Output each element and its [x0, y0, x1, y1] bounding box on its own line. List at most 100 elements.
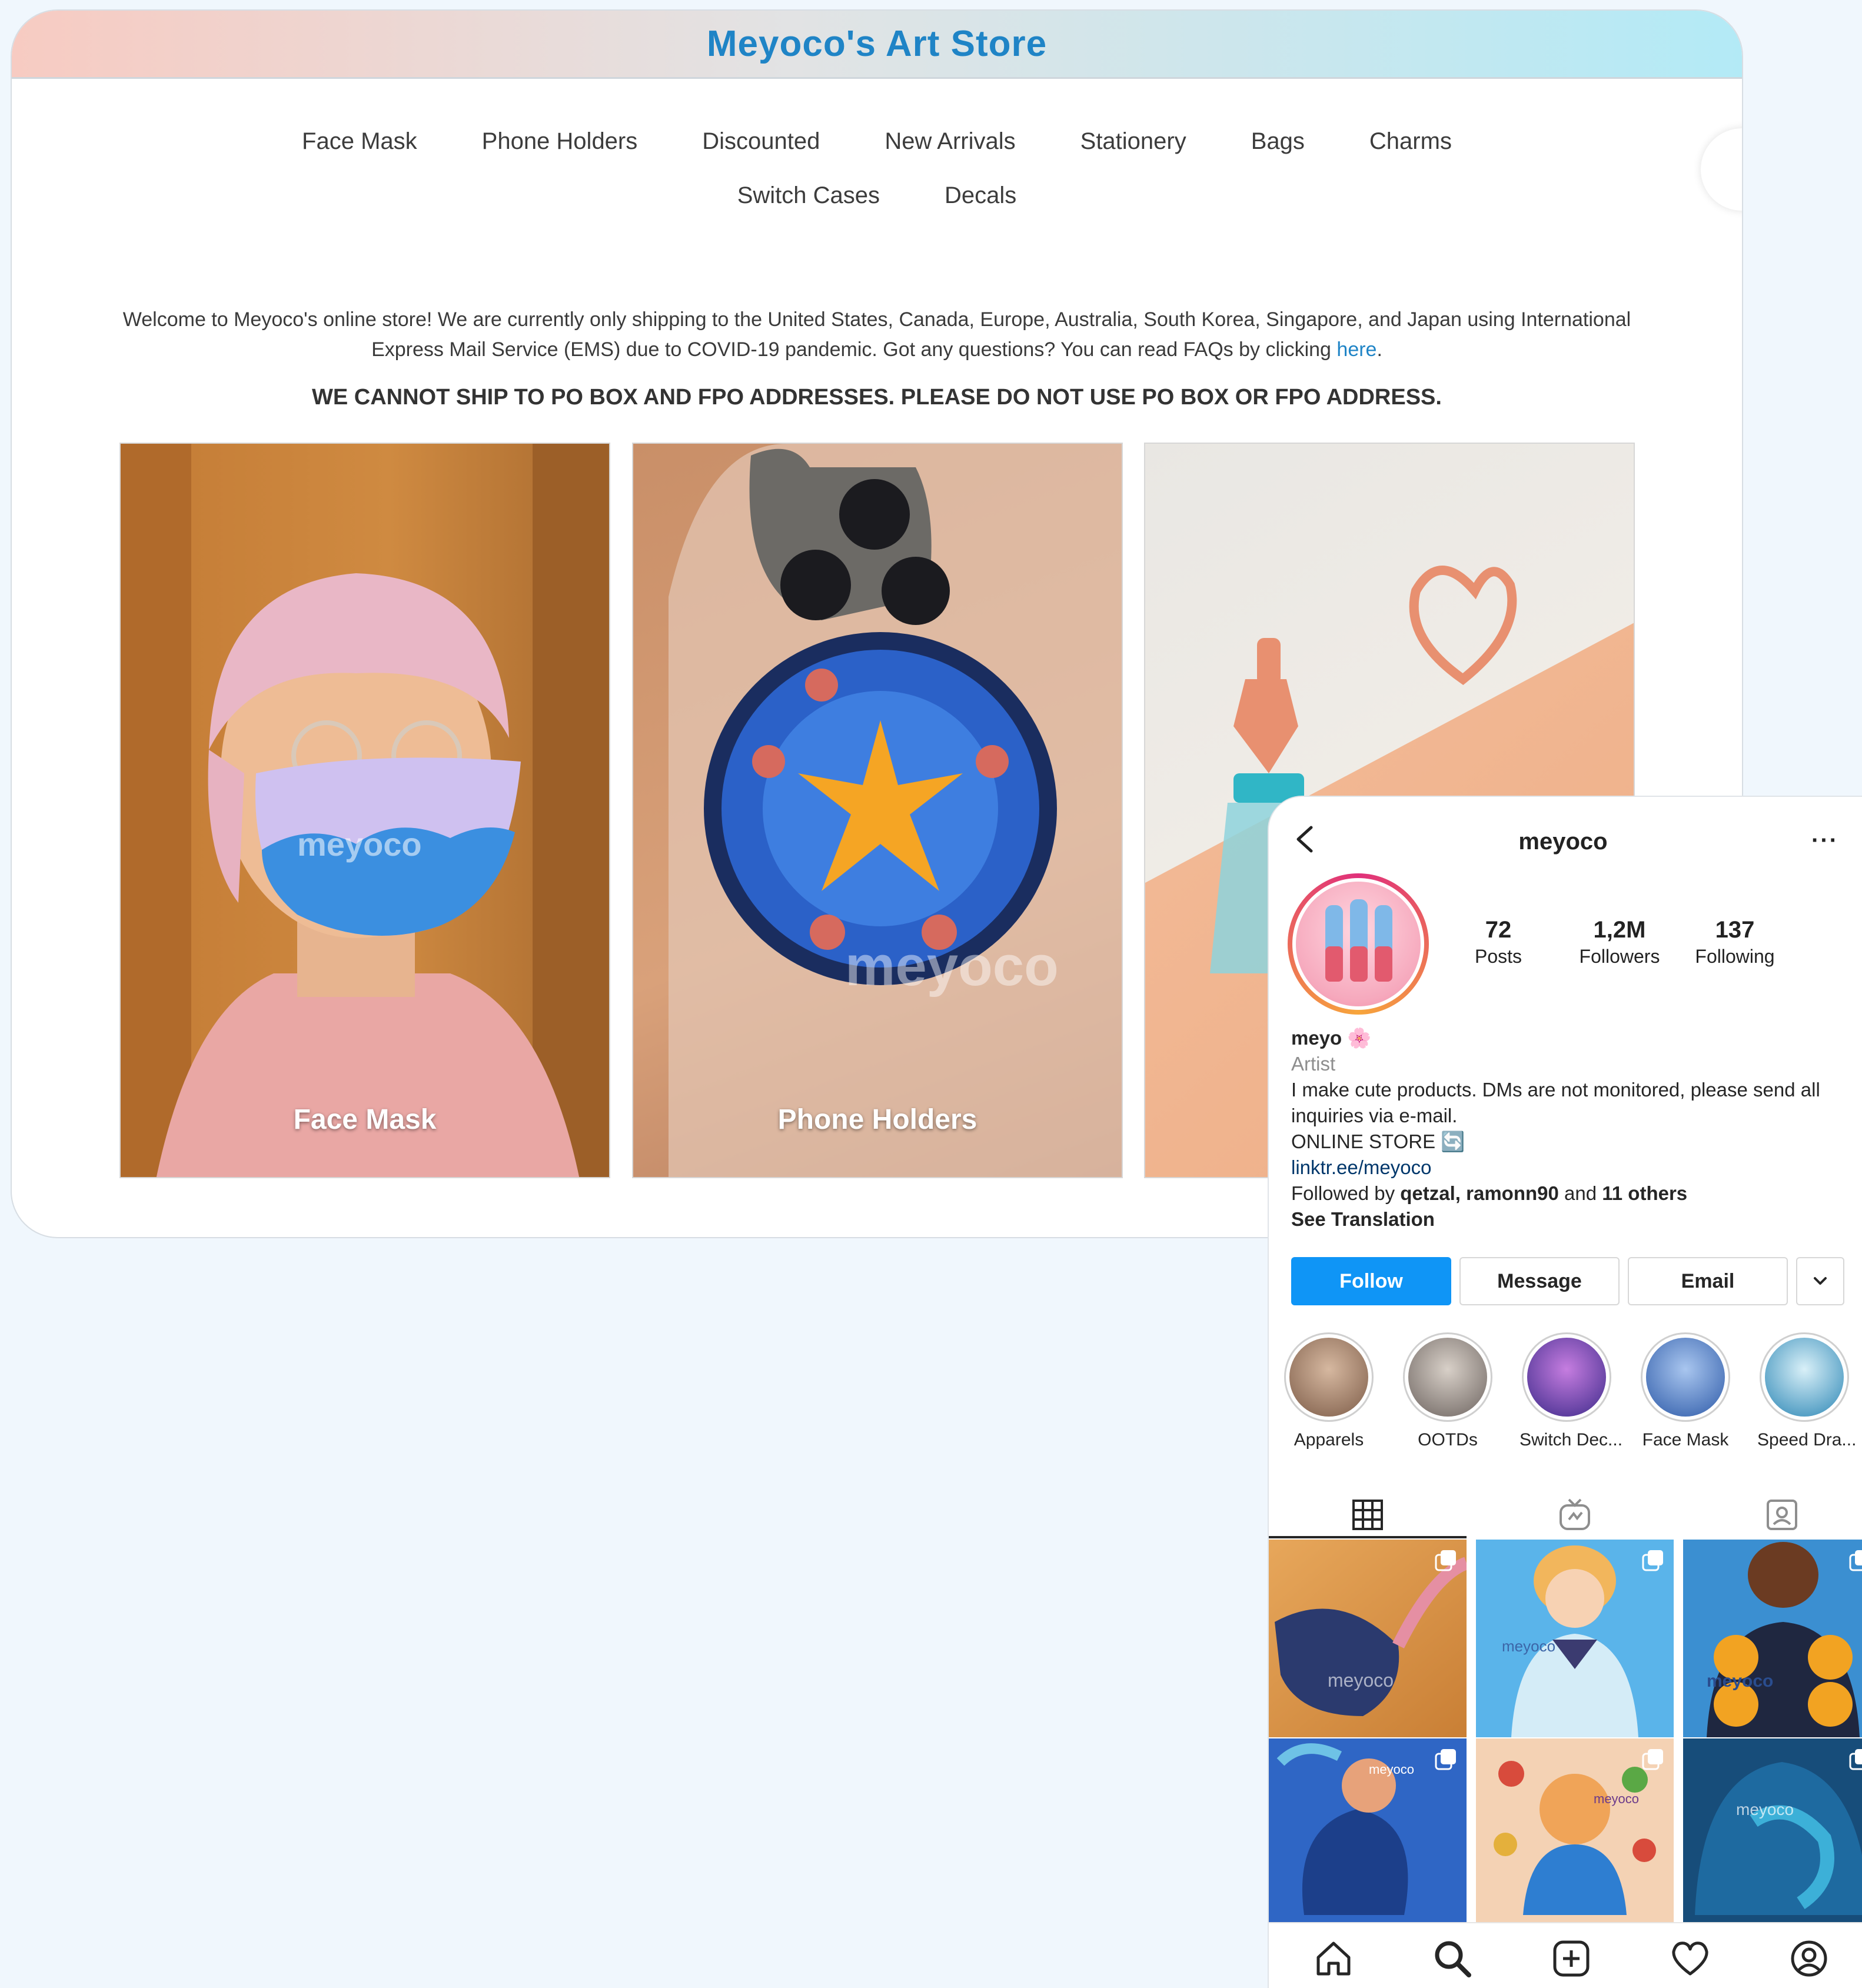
post-tile[interactable]: meyoco [1683, 1540, 1862, 1737]
nav-item-charms[interactable]: Charms [1369, 128, 1452, 155]
grid-icon[interactable] [1350, 1497, 1385, 1532]
post-tile[interactable]: meyoco [1269, 1540, 1467, 1737]
nav-item-decals[interactable]: Decals [945, 182, 1016, 209]
welcome-text: Welcome to Meyoco's online store! We are… [122, 308, 1631, 361]
highlight-label: Face Mask [1642, 1430, 1729, 1450]
profile-username: meyoco [1518, 829, 1608, 855]
story-highlight-switch-decals[interactable]: Switch Dec... [1519, 1332, 1623, 1450]
story-highlight-speed-draw[interactable]: Speed Dra... [1757, 1332, 1857, 1450]
profile-link[interactable]: linktr.ee/meyoco [1291, 1155, 1850, 1181]
bottom-navigation [1269, 1922, 1862, 1988]
search-icon[interactable] [1432, 1939, 1472, 1979]
stat-followers[interactable]: 1,2M Followers [1567, 917, 1673, 968]
stat-label: Following [1695, 946, 1775, 967]
profile-icon[interactable] [1789, 1939, 1829, 1979]
profile-category: Artist [1291, 1053, 1336, 1075]
instagram-profile-panel: meyoco ··· 72 Posts 1,2M Followers 137 F… [1269, 797, 1862, 1988]
highlight-cover [1408, 1338, 1487, 1417]
followed-by[interactable]: Followed by qetzal, ramonn90 and 11 othe… [1291, 1181, 1850, 1206]
followed-others: 11 others [1602, 1182, 1688, 1204]
post-watermark: meyoco [1707, 1671, 1773, 1691]
follow-button[interactable]: Follow [1291, 1257, 1451, 1305]
heart-icon[interactable] [1670, 1939, 1710, 1979]
chevron-down-icon [1814, 1277, 1827, 1285]
post-watermark: meyoco [1328, 1670, 1394, 1691]
profile-display-name: meyo 🌸 [1291, 1027, 1372, 1049]
new-post-icon[interactable] [1551, 1939, 1591, 1979]
highlight-cover [1646, 1338, 1725, 1417]
stat-value: 1,2M [1593, 917, 1646, 943]
followed-and: and [1558, 1182, 1602, 1204]
face-mask-photo: meyoco [121, 444, 609, 1177]
highlight-label: Apparels [1294, 1430, 1364, 1450]
category-card-face-mask[interactable]: meyoco Face Mask [119, 443, 610, 1178]
watermark-text: meyoco [845, 935, 1059, 998]
nav-item-face-mask[interactable]: Face Mask [302, 128, 417, 155]
store-nav-secondary: Switch Cases Decals [12, 182, 1742, 209]
post-tile[interactable]: meyoco [1476, 1540, 1674, 1737]
bio-store-line: ONLINE STORE 🔄 [1291, 1131, 1465, 1152]
profile-bio: meyo 🌸 Artist I make cute products. DMs … [1291, 1025, 1850, 1232]
watermark-text: meyoco [297, 826, 422, 863]
see-translation-link[interactable]: See Translation [1291, 1206, 1850, 1232]
suggested-dropdown-button[interactable] [1796, 1257, 1844, 1305]
story-highlight-apparels[interactable]: Apparels [1282, 1332, 1376, 1450]
active-tab-indicator [1269, 1536, 1467, 1538]
highlight-label: Speed Dra... [1757, 1430, 1857, 1450]
home-icon[interactable] [1314, 1939, 1354, 1979]
stat-label: Posts [1474, 946, 1522, 967]
store-header: Meyoco's Art Store [12, 11, 1742, 79]
profile-avatar[interactable] [1288, 873, 1429, 1015]
welcome-end: . [1376, 338, 1382, 361]
multiple-photos-icon [1435, 1749, 1456, 1770]
nav-item-new-arrivals[interactable]: New Arrivals [885, 128, 1015, 155]
tagged-icon[interactable] [1764, 1497, 1800, 1532]
stat-posts[interactable]: 72 Posts [1463, 917, 1534, 968]
followed-names: qetzal, ramonn90 [1400, 1182, 1559, 1204]
store-nav-primary: Face Mask Phone Holders Discounted New A… [12, 128, 1742, 155]
welcome-message: Welcome to Meyoco's online store! We are… [94, 305, 1660, 365]
post-tile[interactable]: meyoco [1683, 1738, 1862, 1936]
store-title[interactable]: Meyoco's Art Store [707, 23, 1047, 65]
nav-item-bags[interactable]: Bags [1251, 128, 1305, 155]
category-card-label: Face Mask [293, 1104, 437, 1135]
post-sunflower-shirt-image: meyoco [1707, 1542, 1860, 1737]
multiple-photos-icon [1435, 1550, 1456, 1571]
post-watermark: meyoco [1369, 1762, 1414, 1777]
profile-header-bar: meyoco ··· [1269, 797, 1857, 867]
igtv-icon[interactable] [1557, 1497, 1592, 1532]
faq-link[interactable]: here [1336, 338, 1376, 361]
nav-item-discounted[interactable]: Discounted [702, 128, 820, 155]
highlight-label: Switch Dec... [1519, 1430, 1623, 1450]
ramune-bottles-icon [1325, 899, 1392, 982]
highlight-cover [1765, 1338, 1844, 1417]
nav-item-phone-holders[interactable]: Phone Holders [482, 128, 638, 155]
category-card-label: Phone Holders [777, 1104, 977, 1135]
story-highlight-face-mask[interactable]: Face Mask [1638, 1332, 1733, 1450]
stat-label: Followers [1579, 946, 1660, 967]
multiple-photos-icon [1849, 1749, 1862, 1770]
multiple-photos-icon [1849, 1550, 1862, 1571]
multiple-photos-icon [1642, 1550, 1663, 1571]
phone-holder-photo: meyoco [669, 444, 1122, 1177]
post-wave-shirt-image: meyoco [1695, 1762, 1862, 1915]
more-options-icon[interactable]: ··· [1811, 827, 1838, 854]
post-tile[interactable]: meyoco [1269, 1738, 1467, 1936]
profile-tabs [1269, 1480, 1862, 1538]
nav-item-switch-cases[interactable]: Switch Cases [737, 182, 880, 209]
post-watermark: meyoco [1594, 1791, 1639, 1806]
post-tile[interactable]: meyoco [1476, 1738, 1674, 1936]
story-highlight-ootds[interactable]: OOTDs [1401, 1332, 1495, 1450]
category-card-phone-holders[interactable]: meyoco Phone Holders [632, 443, 1123, 1178]
highlight-label: OOTDs [1418, 1430, 1478, 1450]
post-watermark: meyoco [1502, 1637, 1555, 1655]
message-button[interactable]: Message [1459, 1257, 1620, 1305]
highlight-cover [1289, 1338, 1368, 1417]
shipping-warning: WE CANNOT SHIP TO PO BOX AND FPO ADDRESS… [312, 385, 1442, 410]
highlight-cover [1527, 1338, 1606, 1417]
email-button[interactable]: Email [1628, 1257, 1788, 1305]
stat-value: 137 [1715, 917, 1755, 943]
nav-item-stationery[interactable]: Stationery [1080, 128, 1186, 155]
stat-following[interactable]: 137 Following [1682, 917, 1788, 968]
bio-text: I make cute products. DMs are not monito… [1291, 1079, 1820, 1126]
